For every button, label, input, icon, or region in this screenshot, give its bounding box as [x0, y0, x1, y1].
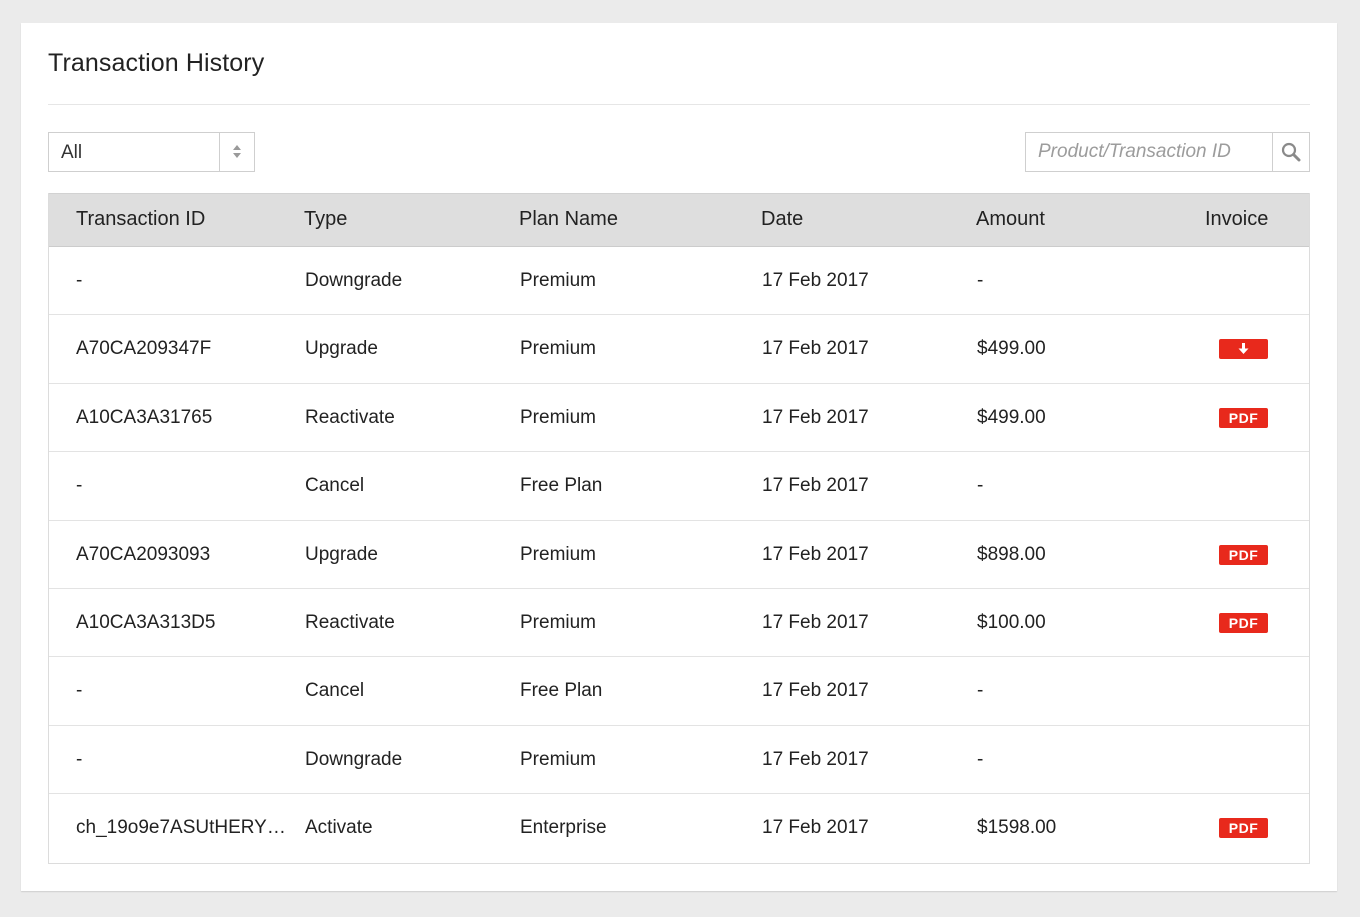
title-divider — [48, 104, 1310, 105]
cell-amount: - — [977, 680, 984, 702]
header-date: Date — [761, 208, 804, 230]
search-button[interactable] — [1272, 133, 1309, 171]
cell-plan-name: Premium — [520, 611, 597, 633]
table-row: - Cancel Free Plan 17 Feb 2017 - — [49, 657, 1309, 726]
cell-plan-name: Premium — [520, 406, 597, 428]
header-transaction-id: Transaction ID — [76, 208, 206, 230]
table-row: - Downgrade Premium 17 Feb 2017 - — [49, 247, 1309, 316]
search-input[interactable] — [1026, 133, 1272, 171]
cell-type: Cancel — [305, 680, 365, 702]
cell-plan-name: Premium — [520, 543, 597, 565]
cell-date: 17 Feb 2017 — [762, 475, 869, 497]
table-row: A10CA3A31765 Reactivate Premium 17 Feb 2017… — [49, 384, 1309, 453]
invoice-pdf-button[interactable]: PDF — [1219, 544, 1268, 565]
header-amount: Amount — [976, 208, 1045, 230]
table-header: Transaction ID Type Plan Name Date Amoun… — [49, 193, 1309, 247]
cell-type: Reactivate — [305, 406, 395, 428]
cell-type: Reactivate — [305, 611, 395, 633]
cell-transaction-id: ch_19o9e7ASUtHERYb... — [76, 817, 286, 839]
cell-date: 17 Feb 2017 — [762, 543, 869, 565]
cell-plan-name: Premium — [520, 270, 597, 291]
cell-amount: - — [977, 748, 984, 770]
filter-select-value: All — [61, 142, 83, 163]
cell-type: Upgrade — [305, 543, 378, 565]
cell-date: 17 Feb 2017 — [762, 748, 869, 770]
cell-type: Downgrade — [305, 748, 403, 770]
invoice-pdf-button[interactable]: PDF — [1219, 818, 1268, 839]
cell-transaction-id: A10CA3A31765 — [76, 406, 213, 428]
filter-select[interactable]: All — [48, 132, 255, 172]
table-body: - Downgrade Premium 17 Feb 2017 - A70CA209347… — [49, 247, 1309, 863]
header-invoice: Invoice — [1205, 208, 1269, 230]
invoice-pdf-button[interactable]: PDF — [1219, 612, 1268, 633]
cell-transaction-id: - — [76, 680, 83, 702]
cell-plan-name: Free Plan — [520, 680, 603, 702]
cell-amount: $499.00 — [977, 406, 1046, 428]
cell-transaction-id: - — [76, 748, 83, 770]
cell-type: Cancel — [305, 475, 365, 497]
search-box — [1025, 132, 1310, 172]
cell-amount: $100.00 — [977, 611, 1046, 633]
table-row: - Cancel Free Plan 17 Feb 2017 - — [49, 452, 1309, 521]
header-plan-name: Plan Name — [519, 208, 618, 230]
table-row: A70CA2093093 Upgrade Premium 17 Feb 2017 $89… — [49, 521, 1309, 589]
cell-date: 17 Feb 2017 — [762, 680, 869, 702]
cell-plan-name: Premium — [520, 338, 597, 360]
cell-date: 17 Feb 2017 — [762, 817, 869, 839]
cell-date: 17 Feb 2017 — [762, 270, 869, 291]
page-title: Transaction History — [48, 49, 265, 77]
download-arrow-icon — [1238, 343, 1249, 355]
cell-transaction-id: A10CA3A313D5 — [76, 611, 216, 633]
cell-transaction-id: A70CA209347F — [76, 338, 212, 360]
table-row: - Downgrade Premium 17 Feb 2017 - — [49, 726, 1309, 795]
search-icon — [1281, 142, 1301, 162]
cell-type: Downgrade — [305, 270, 403, 291]
invoice-download-button[interactable] — [1219, 339, 1268, 360]
cell-plan-name: Free Plan — [520, 475, 603, 497]
cell-date: 17 Feb 2017 — [762, 406, 869, 428]
table-row: A70CA209347F Upgrade Premium 17 Feb 2017 $49… — [49, 315, 1309, 384]
cell-transaction-id: A70CA2093093 — [76, 543, 211, 565]
cell-type: Upgrade — [305, 338, 378, 360]
cell-amount: - — [977, 475, 984, 497]
transactions-table: Transaction ID Type Plan Name Date Amoun… — [48, 193, 1310, 864]
chevron-up-down-icon[interactable] — [219, 133, 254, 171]
cell-amount: - — [977, 270, 984, 291]
cell-plan-name: Premium — [520, 748, 597, 770]
cell-date: 17 Feb 2017 — [762, 611, 869, 633]
cell-amount: $898.00 — [977, 543, 1046, 565]
cell-type: Activate — [305, 817, 373, 839]
transaction-history-panel: Transaction History All Transaction ID T… — [21, 23, 1337, 891]
cell-amount: $499.00 — [977, 338, 1046, 360]
cell-date: 17 Feb 2017 — [762, 338, 869, 360]
cell-plan-name: Enterprise — [520, 817, 607, 839]
cell-amount: $1598.00 — [977, 817, 1057, 839]
cell-transaction-id: - — [76, 475, 83, 497]
cell-transaction-id: - — [76, 270, 83, 291]
header-type: Type — [304, 208, 348, 230]
table-row: ch_19o9e7ASUtHERYb... Activate Enterprise 1… — [49, 794, 1309, 862]
invoice-pdf-button[interactable]: PDF — [1219, 407, 1268, 428]
table-row: A10CA3A313D5 Reactivate Premium 17 Feb 2017… — [49, 589, 1309, 658]
